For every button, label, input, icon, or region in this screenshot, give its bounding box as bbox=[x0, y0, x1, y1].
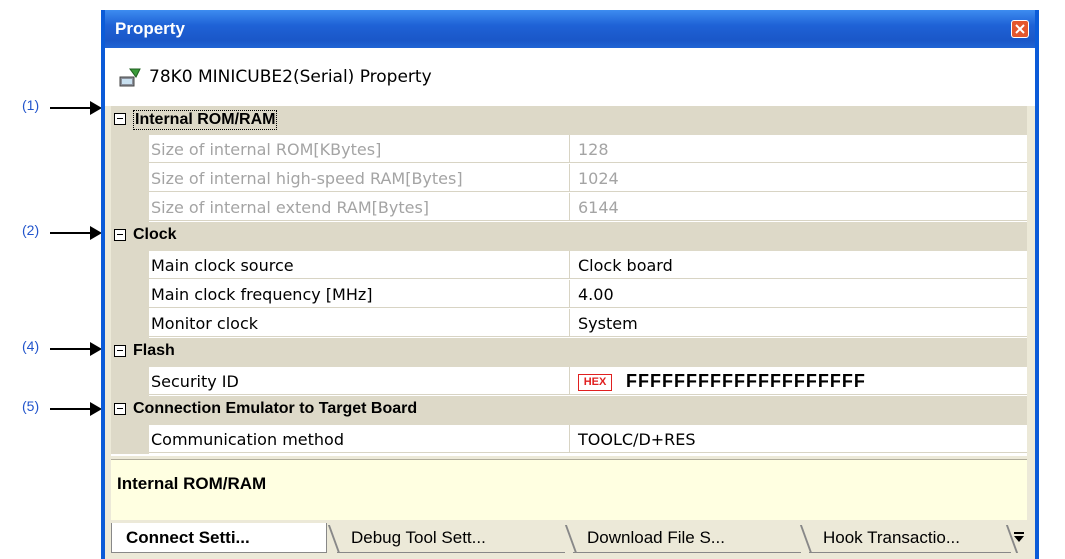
row-gutter bbox=[111, 280, 149, 309]
collapse-icon[interactable] bbox=[114, 113, 126, 125]
tab-connect-settings[interactable]: Connect Setti... bbox=[111, 523, 327, 553]
category-label: Clock bbox=[133, 226, 177, 243]
collapse-icon[interactable] bbox=[114, 403, 126, 415]
property-name: Size of internal ROM[KBytes] bbox=[149, 135, 570, 163]
collapse-icon[interactable] bbox=[114, 345, 126, 357]
property-value[interactable]: 4.00 bbox=[570, 280, 1027, 308]
category-label: Flash bbox=[133, 342, 175, 359]
property-value[interactable]: TOOLC/D+RES bbox=[570, 425, 1027, 453]
annotation-2: (2) bbox=[0, 222, 102, 242]
row-gutter bbox=[111, 135, 149, 164]
property-name: Main clock frequency [MHz] bbox=[149, 280, 570, 308]
row-gutter bbox=[111, 367, 149, 396]
row-gutter bbox=[111, 425, 149, 454]
close-button[interactable] bbox=[1011, 20, 1029, 38]
property-row-hs-ram-size[interactable]: Size of internal high-speed RAM[Bytes] 1… bbox=[111, 164, 1027, 193]
property-row-monitor-clock[interactable]: Monitor clock System bbox=[111, 309, 1027, 338]
property-row-main-clock-freq[interactable]: Main clock frequency [MHz] 4.00 bbox=[111, 280, 1027, 309]
annotation-label: (2) bbox=[22, 222, 40, 238]
category-internal-rom-ram[interactable]: Internal ROM/RAM bbox=[111, 106, 1027, 135]
annotation-1: (1) bbox=[0, 97, 102, 117]
tab-download-file-settings[interactable]: Download File S... bbox=[573, 523, 801, 553]
annotation-5: (5) bbox=[0, 398, 102, 418]
window-title: Property bbox=[115, 19, 185, 38]
property-value: 1024 bbox=[570, 164, 1027, 192]
row-gutter bbox=[111, 164, 149, 193]
property-name: Size of internal high-speed RAM[Bytes] bbox=[149, 164, 570, 192]
tab-strip: Connect Setti... Debug Tool Sett... Down… bbox=[105, 521, 1035, 559]
tab-hook-transaction[interactable]: Hook Transactio... bbox=[809, 523, 1011, 553]
close-icon bbox=[1015, 24, 1025, 34]
property-value[interactable]: System bbox=[570, 309, 1027, 337]
hex-badge-icon: HEX bbox=[578, 374, 612, 391]
property-value[interactable]: Clock board bbox=[570, 251, 1027, 279]
annotation-label: (1) bbox=[22, 97, 40, 113]
property-window: Property 78K0 MINICUBE2(Serial) Property… bbox=[101, 10, 1039, 559]
property-value[interactable]: HEX FFFFFFFFFFFFFFFFFFFF bbox=[570, 367, 1027, 395]
property-value: 128 bbox=[570, 135, 1027, 163]
property-name: Communication method bbox=[149, 425, 570, 453]
property-header-text: 78K0 MINICUBE2(Serial) Property bbox=[149, 67, 432, 87]
category-label: Connection Emulator to Target Board bbox=[133, 400, 418, 417]
property-row-main-clock-source[interactable]: Main clock source Clock board bbox=[111, 251, 1027, 280]
property-row-security-id[interactable]: Security ID HEX FFFFFFFFFFFFFFFFFFFF bbox=[111, 367, 1027, 396]
tab-debug-tool-settings[interactable]: Debug Tool Sett... bbox=[337, 523, 565, 553]
arrow-line bbox=[50, 348, 92, 350]
property-name: Size of internal extend RAM[Bytes] bbox=[149, 193, 570, 221]
description-panel: Internal ROM/RAM bbox=[111, 459, 1027, 520]
title-bar[interactable]: Property bbox=[105, 10, 1035, 48]
property-row-comm-method[interactable]: Communication method TOOLC/D+RES bbox=[111, 425, 1027, 454]
arrow-line bbox=[50, 107, 92, 109]
row-gutter bbox=[111, 309, 149, 338]
property-icon bbox=[119, 68, 141, 87]
row-gutter bbox=[111, 193, 149, 222]
row-gutter bbox=[111, 251, 149, 280]
arrow-line bbox=[50, 408, 92, 410]
annotation-label: (4) bbox=[22, 338, 40, 354]
property-header: 78K0 MINICUBE2(Serial) Property bbox=[105, 48, 1035, 106]
property-name: Main clock source bbox=[149, 251, 570, 279]
tab-menu-button[interactable] bbox=[1013, 531, 1025, 547]
property-grid: Internal ROM/RAM Size of internal ROM[KB… bbox=[111, 106, 1027, 456]
annotation-label: (5) bbox=[22, 398, 40, 414]
arrow-line bbox=[50, 232, 92, 234]
category-clock[interactable]: Clock bbox=[111, 222, 1027, 251]
chevron-down-icon bbox=[1014, 532, 1024, 542]
category-connection[interactable]: Connection Emulator to Target Board bbox=[111, 396, 1027, 425]
property-name: Security ID bbox=[149, 367, 570, 395]
description-text: Internal ROM/RAM bbox=[117, 474, 267, 493]
property-row-rom-size[interactable]: Size of internal ROM[KBytes] 128 bbox=[111, 135, 1027, 164]
property-name: Monitor clock bbox=[149, 309, 570, 337]
property-row-ext-ram-size[interactable]: Size of internal extend RAM[Bytes] 6144 bbox=[111, 193, 1027, 222]
property-value: 6144 bbox=[570, 193, 1027, 221]
annotation-4: (4) bbox=[0, 338, 102, 358]
category-label: Internal ROM/RAM bbox=[133, 110, 278, 130]
collapse-icon[interactable] bbox=[114, 229, 126, 241]
category-flash[interactable]: Flash bbox=[111, 338, 1027, 367]
security-id-value: FFFFFFFFFFFFFFFFFFFF bbox=[626, 371, 866, 391]
